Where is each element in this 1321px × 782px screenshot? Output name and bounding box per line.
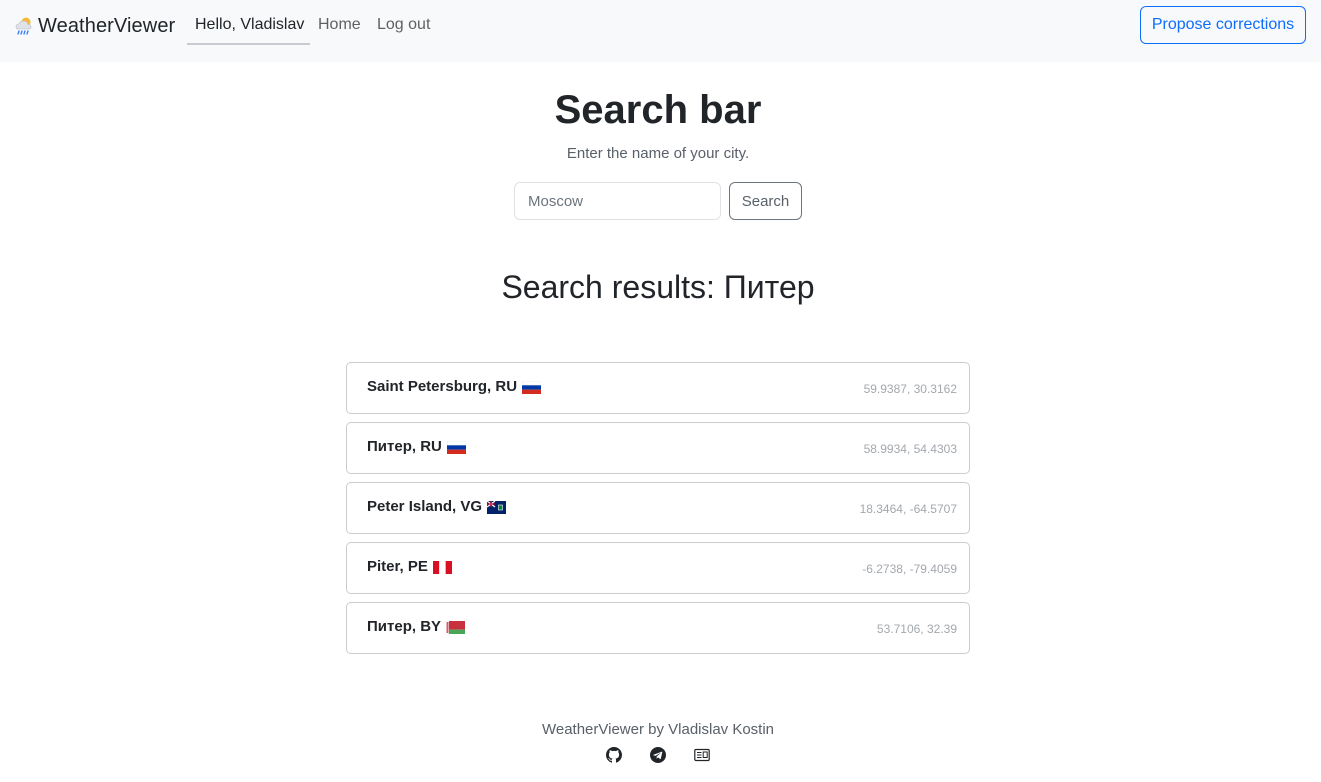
result-name-wrap: Питер, BY — [367, 618, 466, 635]
resume-icon[interactable] — [694, 747, 712, 765]
propose-corrections-button[interactable]: Propose corrections — [1140, 6, 1306, 44]
result-card[interactable]: Peter Island, VG 18.3464, -64.5707 — [346, 482, 970, 534]
ru-flag-icon — [522, 381, 542, 394]
brand-name: WeatherViewer — [38, 14, 176, 37]
telegram-icon[interactable] — [650, 747, 668, 765]
results-title: Search results: Питер — [501, 269, 815, 305]
result-coordinates: 53.7106, 32.39 — [876, 622, 957, 636]
results-list: Saint Petersburg, RU 59.9387, 30.3162 Пи… — [346, 362, 970, 662]
result-card[interactable]: Питер, RU 58.9934, 54.4303 — [346, 422, 970, 474]
result-location: Питер, RU — [367, 438, 442, 455]
ru-flag-icon — [446, 441, 466, 454]
page-title: Search bar — [554, 88, 762, 132]
result-name-wrap: Питер, RU — [367, 438, 466, 455]
result-card[interactable]: Piter, PE -6.2738, -79.4059 — [346, 542, 970, 594]
active-nav-indicator — [187, 43, 310, 45]
result-location: Saint Petersburg, RU — [367, 378, 518, 395]
result-coordinates: 18.3464, -64.5707 — [859, 502, 957, 516]
nav-greeting[interactable]: Hello, Vladislav — [187, 14, 312, 36]
result-name-wrap: Piter, PE — [367, 558, 452, 575]
city-search-input[interactable] — [514, 182, 721, 220]
navbar: WeatherViewer Hello, Vladislav Home Log … — [0, 0, 1321, 62]
nav-logout-link[interactable]: Log out — [377, 14, 430, 36]
result-coordinates: 58.9934, 54.4303 — [863, 442, 957, 456]
brand-link[interactable]: WeatherViewer — [13, 13, 175, 39]
footer-credit: WeatherViewer by Vladislav Kostin — [541, 721, 775, 738]
cloud-rain-sun-icon — [15, 17, 32, 35]
result-name-wrap: Saint Petersburg, RU — [367, 378, 542, 395]
search-button[interactable]: Search — [729, 182, 802, 220]
pe-flag-icon — [432, 561, 452, 574]
page-subtitle: Enter the name of your city. — [566, 145, 750, 162]
result-card[interactable]: Saint Petersburg, RU 59.9387, 30.3162 — [346, 362, 970, 414]
result-card[interactable]: Питер, BY 53.7106, 32.39 — [346, 602, 970, 654]
vg-flag-icon — [487, 501, 507, 514]
result-coordinates: 59.9387, 30.3162 — [863, 382, 957, 396]
nav-home-link[interactable]: Home — [318, 14, 361, 36]
result-coordinates: -6.2738, -79.4059 — [862, 562, 957, 576]
footer-social-links — [604, 747, 714, 765]
result-name-wrap: Peter Island, VG — [367, 498, 507, 515]
result-location: Piter, PE — [367, 558, 428, 575]
result-location: Peter Island, VG — [367, 498, 483, 515]
by-flag-icon — [446, 621, 466, 634]
github-icon[interactable] — [606, 747, 624, 765]
result-location: Питер, BY — [367, 618, 442, 635]
